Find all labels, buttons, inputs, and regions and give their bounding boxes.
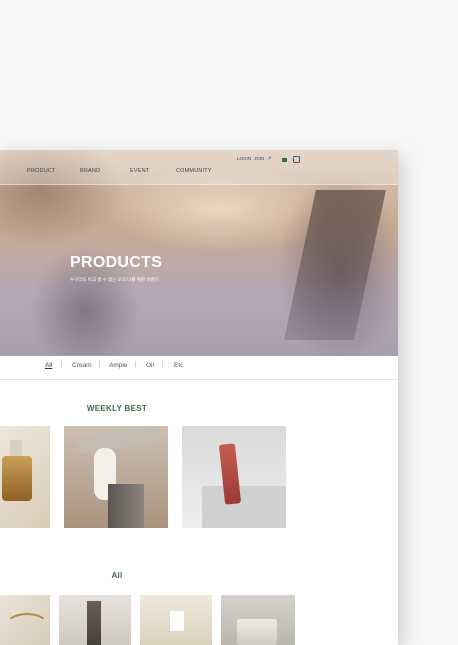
- product-card[interactable]: [140, 595, 212, 645]
- tab-oil[interactable]: Oil: [146, 362, 154, 369]
- login-link[interactable]: LOGIN: [237, 156, 251, 161]
- tab-ample[interactable]: Ample: [109, 362, 127, 369]
- nav-community[interactable]: COMMUNITY: [176, 168, 212, 174]
- weekly-best-heading: WEEKLY BEST: [86, 404, 148, 413]
- website-mockup: PRODUCT BRAND EVENT COMMUNITY LOGIN JOIN…: [0, 150, 398, 645]
- hero-banner: PRODUCT BRAND EVENT COMMUNITY LOGIN JOIN…: [0, 150, 398, 356]
- product-card[interactable]: [0, 595, 50, 645]
- product-card[interactable]: [64, 426, 168, 528]
- tab-all[interactable]: All: [45, 362, 52, 369]
- product-image: [5, 613, 49, 639]
- tab-separator: |: [61, 362, 63, 368]
- page-title: PRODUCTS: [70, 254, 163, 271]
- nav-product[interactable]: PRODUCT: [27, 168, 56, 174]
- tab-separator: |: [135, 362, 137, 368]
- card-icon[interactable]: [282, 157, 287, 164]
- hero-background-shape: [284, 190, 386, 340]
- oil-bottle-image: [2, 456, 32, 501]
- product-card[interactable]: [59, 595, 131, 645]
- cream-jar-image: [237, 619, 277, 645]
- tab-etc[interactable]: Etc: [174, 362, 183, 369]
- product-card[interactable]: [182, 426, 286, 528]
- product-card[interactable]: [0, 426, 50, 528]
- all-heading: All: [111, 571, 123, 580]
- cart-icon[interactable]: [293, 156, 300, 165]
- tab-cream[interactable]: Cream: [72, 362, 92, 369]
- nav-event[interactable]: EVENT: [130, 168, 149, 174]
- page-subtitle: 누구라도 비교 할 수 없는 오직 나를 위한 브랜드: [70, 277, 159, 282]
- product-image: [170, 611, 184, 631]
- nav-brand[interactable]: BRAND: [80, 168, 100, 174]
- category-tabs: All | Cream | Ample | Oil | Etc: [0, 356, 398, 380]
- tab-separator: |: [162, 362, 164, 368]
- pedestal-image: [202, 486, 286, 528]
- cream-tube-image: [77, 426, 161, 454]
- pump-bottle-image: [87, 601, 101, 645]
- jar-image: [108, 484, 144, 528]
- tab-separator: |: [99, 362, 101, 368]
- join-link[interactable]: JOIN: [254, 156, 264, 161]
- top-navigation: PRODUCT BRAND EVENT COMMUNITY LOGIN JOIN…: [0, 150, 398, 185]
- search-icon[interactable]: ⌕: [268, 155, 272, 162]
- product-card[interactable]: [221, 595, 295, 645]
